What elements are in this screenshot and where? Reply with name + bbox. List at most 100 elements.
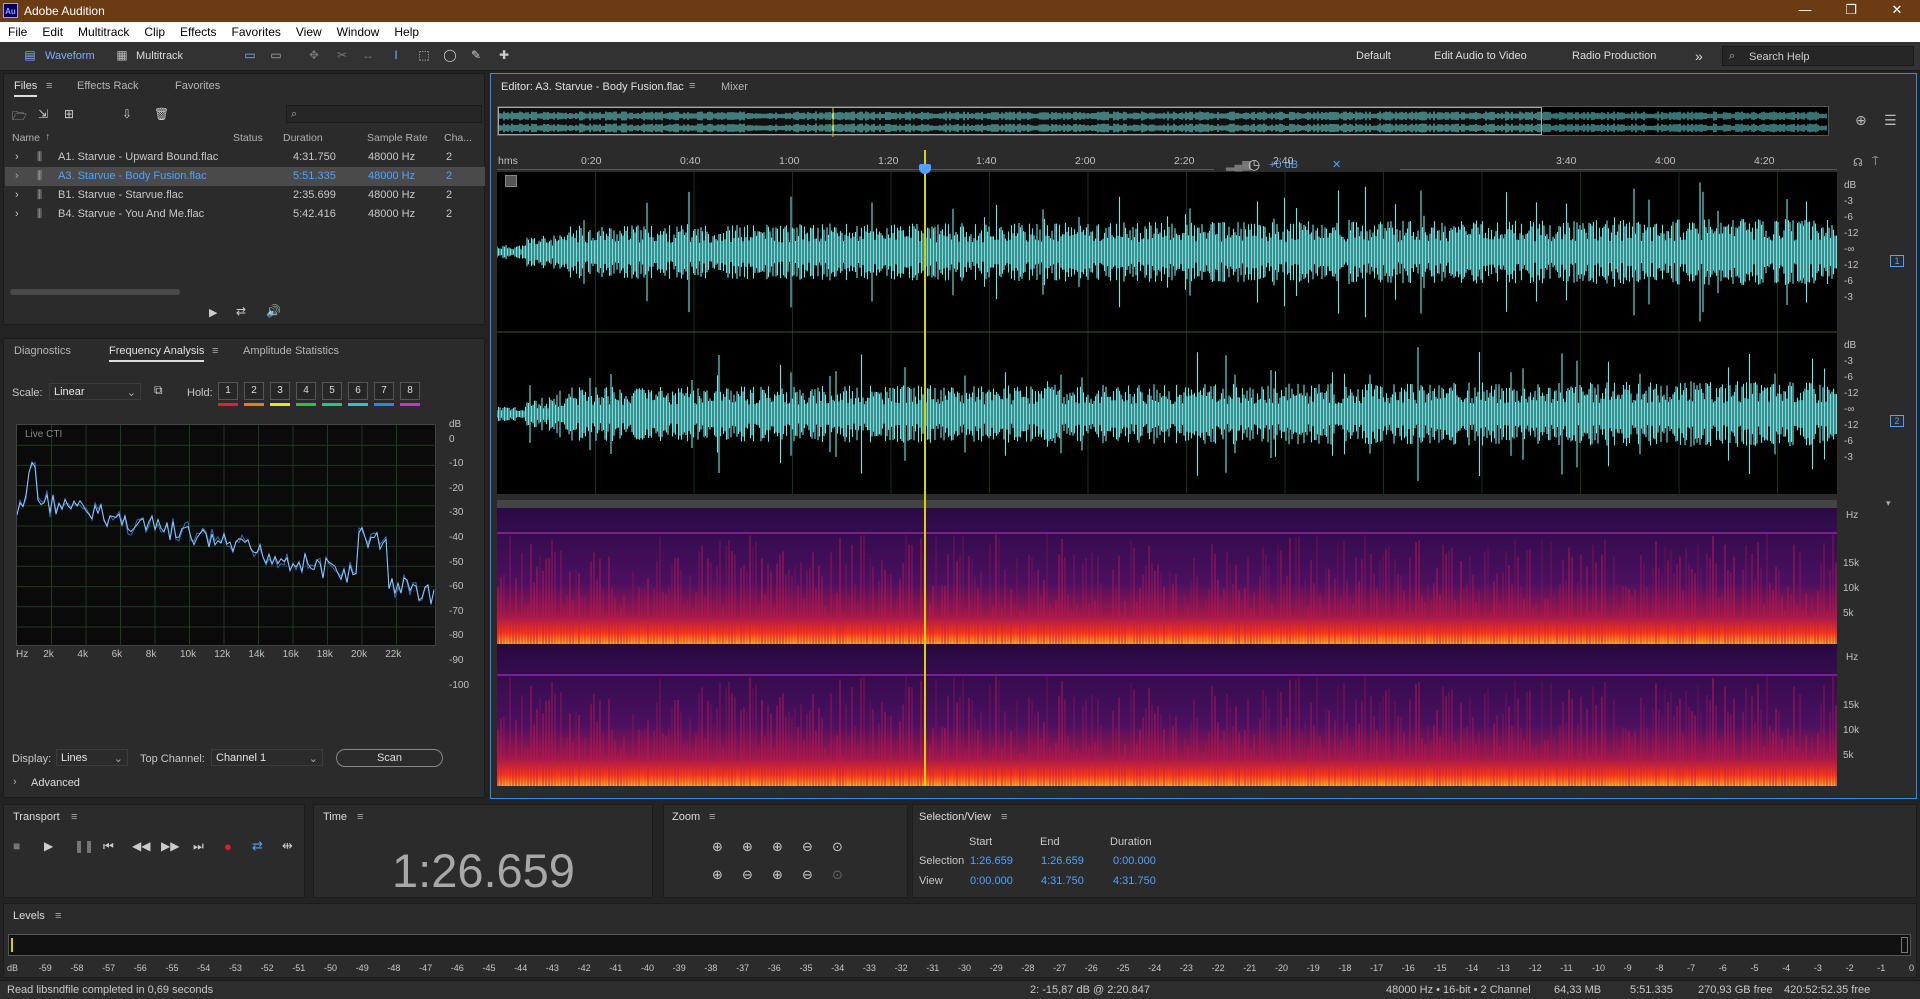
expand-icon[interactable]: › — [15, 208, 19, 220]
lasso-tool-icon[interactable]: ◯ — [442, 48, 458, 64]
slip-tool-icon[interactable]: ↔ — [360, 48, 376, 64]
spectral-display[interactable] — [497, 508, 1837, 786]
workspace-radio-production[interactable]: Radio Production — [1572, 47, 1656, 65]
selection-end[interactable]: 1:26.659 — [1041, 855, 1084, 867]
file-row[interactable]: › ⫼ A1. Starvue - Upward Bound.flac 4:31.7… — [5, 148, 485, 167]
spectral-frequency-icon[interactable]: ▭ — [242, 48, 258, 64]
expand-icon[interactable]: › — [15, 151, 19, 163]
workspace-edit-audio-to-video[interactable]: Edit Audio to Video — [1434, 47, 1527, 65]
advanced-toggle[interactable]: Advanced — [31, 777, 80, 789]
file-row-selected[interactable]: › ⫼ A3. Starvue - Body Fusion.flac 5:51.33… — [5, 167, 485, 186]
zoom-in-time-icon[interactable]: ⊕ — [772, 839, 783, 855]
col-status[interactable]: Status — [233, 132, 263, 144]
top-channel-dropdown[interactable]: Channel 1 ⌄ — [211, 749, 323, 766]
spectral-pitch-icon[interactable]: ▭ — [268, 48, 284, 64]
zoom-out-amplitude-icon[interactable]: ⊕ — [742, 839, 753, 855]
spot-healing-tool-icon[interactable]: ✚ — [496, 48, 512, 64]
marker-icon[interactable]: ⍑ — [1872, 156, 1879, 169]
waveform-button[interactable]: Waveform — [45, 47, 95, 65]
hybrid-toggle-icon[interactable] — [505, 175, 517, 187]
waveform-display[interactable] — [497, 172, 1837, 494]
channel-2-toggle[interactable]: 2 — [1890, 415, 1904, 427]
scale-dropdown[interactable]: Linear ⌄ — [49, 383, 141, 400]
col-sample-rate[interactable]: Sample Rate — [367, 132, 428, 144]
pin-icon[interactable]: ✕ — [1332, 158, 1341, 171]
menu-multitrack[interactable]: Multitrack — [70, 22, 136, 39]
tab-amplitude-statistics[interactable]: Amplitude Statistics — [243, 345, 339, 357]
move-tool-icon[interactable]: ✥ — [306, 48, 322, 64]
panel-menu-icon[interactable]: ≡ — [1001, 811, 1007, 823]
file-row[interactable]: › ⫼ B4. Starvue - You And Me.flac 5:42.416… — [5, 205, 485, 224]
new-file-icon[interactable]: ⊞ — [64, 107, 74, 121]
workspace-default[interactable]: Default — [1356, 47, 1391, 65]
time-selection-tool-icon[interactable]: I — [388, 48, 404, 64]
expand-icon[interactable]: › — [15, 170, 19, 182]
pause-icon[interactable]: ❚❚ — [74, 839, 94, 853]
col-channels[interactable]: Cha... — [444, 132, 472, 144]
razor-tool-icon[interactable]: ✂ — [334, 48, 350, 64]
record-icon[interactable]: ● — [224, 839, 232, 854]
autoplay-icon[interactable]: 🔊 — [266, 304, 281, 318]
loop-preview-icon[interactable]: ⇄ — [236, 304, 246, 318]
menu-window[interactable]: Window — [329, 22, 387, 39]
playhead[interactable] — [924, 150, 926, 786]
multitrack-button[interactable]: Multitrack — [136, 47, 183, 65]
workspace-more-button[interactable]: » — [1695, 47, 1703, 65]
display-dropdown[interactable]: Lines ⌄ — [56, 749, 128, 766]
zoom-reset-icon[interactable]: ⊙ — [832, 867, 843, 883]
selection-duration[interactable]: 0:00.000 — [1113, 855, 1156, 867]
hold-button-4[interactable]: 4 — [296, 382, 316, 400]
horizontal-scrollbar[interactable] — [10, 289, 180, 295]
insert-icon[interactable]: ⇩ — [122, 107, 132, 121]
skip-to-end-icon[interactable]: ⏭ — [193, 839, 204, 854]
panel-menu-icon[interactable]: ≡ — [212, 345, 218, 357]
zoom-in-amplitude-icon[interactable]: ⊕ — [712, 839, 723, 855]
hold-button-1[interactable]: 1 — [218, 382, 238, 400]
rewind-icon[interactable]: ◀◀ — [132, 839, 150, 853]
brush-tool-icon[interactable]: ✎ — [468, 48, 484, 64]
file-row[interactable]: › ⫼ B1. Starvue - Starvue.flac 2:35.699 480… — [5, 186, 485, 205]
marquee-tool-icon[interactable]: ⬚ — [416, 48, 432, 64]
skip-to-start-icon[interactable]: ⏮ — [103, 839, 114, 854]
tab-effects-rack[interactable]: Effects Rack — [77, 80, 139, 92]
tab-frequency-analysis[interactable]: Frequency Analysis — [109, 345, 205, 362]
menu-file[interactable]: File — [0, 22, 34, 39]
view-start[interactable]: 0:00.000 — [970, 875, 1013, 887]
menu-effects[interactable]: Effects — [172, 22, 223, 39]
trash-icon[interactable]: 🗑 — [154, 107, 169, 121]
loop-icon[interactable]: ⇄ — [252, 838, 263, 854]
menu-favorites[interactable]: Favorites — [224, 22, 288, 39]
search-help-box[interactable]: ⌕ Search Help — [1722, 46, 1914, 66]
overview-view-range[interactable] — [498, 107, 1542, 135]
tab-favorites[interactable]: Favorites — [175, 80, 220, 92]
channel-1-toggle[interactable]: 1 — [1890, 255, 1904, 267]
tab-diagnostics[interactable]: Diagnostics — [14, 345, 71, 357]
hold-button-2[interactable]: 2 — [244, 382, 264, 400]
view-divider[interactable] — [497, 500, 1837, 508]
panel-menu-icon[interactable]: ≡ — [709, 811, 715, 823]
expand-icon[interactable]: › — [15, 189, 19, 201]
zoom-in-right-icon[interactable]: ⊖ — [742, 867, 753, 883]
selection-start[interactable]: 1:26.659 — [970, 855, 1013, 867]
tab-editor[interactable]: Editor: A3. Starvue - Body Fusion.flac — [501, 81, 684, 96]
tab-mixer[interactable]: Mixer — [721, 81, 748, 93]
play-icon[interactable]: ▶ — [44, 839, 53, 853]
volume-knob-icon[interactable]: ◷ — [1248, 156, 1260, 173]
advanced-view-icon[interactable]: ⧉ — [154, 383, 163, 398]
import-file-icon[interactable]: ⇲ — [38, 107, 48, 121]
track-options-icon[interactable]: ☰ — [1884, 112, 1897, 129]
minimize-icon[interactable]: — — [1790, 2, 1820, 20]
zoom-in-left-icon[interactable]: ⊕ — [712, 867, 723, 883]
menu-help[interactable]: Help — [386, 22, 426, 39]
menu-clip[interactable]: Clip — [136, 22, 172, 39]
hold-button-3[interactable]: 3 — [270, 382, 290, 400]
menu-edit[interactable]: Edit — [34, 22, 70, 39]
zoom-to-selection-icon[interactable]: ⊕ — [1855, 112, 1867, 129]
zoom-out-time-icon[interactable]: ⊖ — [802, 839, 813, 855]
hold-button-6[interactable]: 6 — [348, 382, 368, 400]
hold-button-8[interactable]: 8 — [400, 382, 420, 400]
play-preview-icon[interactable]: ▶ — [209, 306, 217, 319]
skip-selection-icon[interactable]: ⇹ — [282, 838, 293, 854]
open-file-icon[interactable]: 🗁 — [12, 107, 27, 128]
hold-button-7[interactable]: 7 — [374, 382, 394, 400]
